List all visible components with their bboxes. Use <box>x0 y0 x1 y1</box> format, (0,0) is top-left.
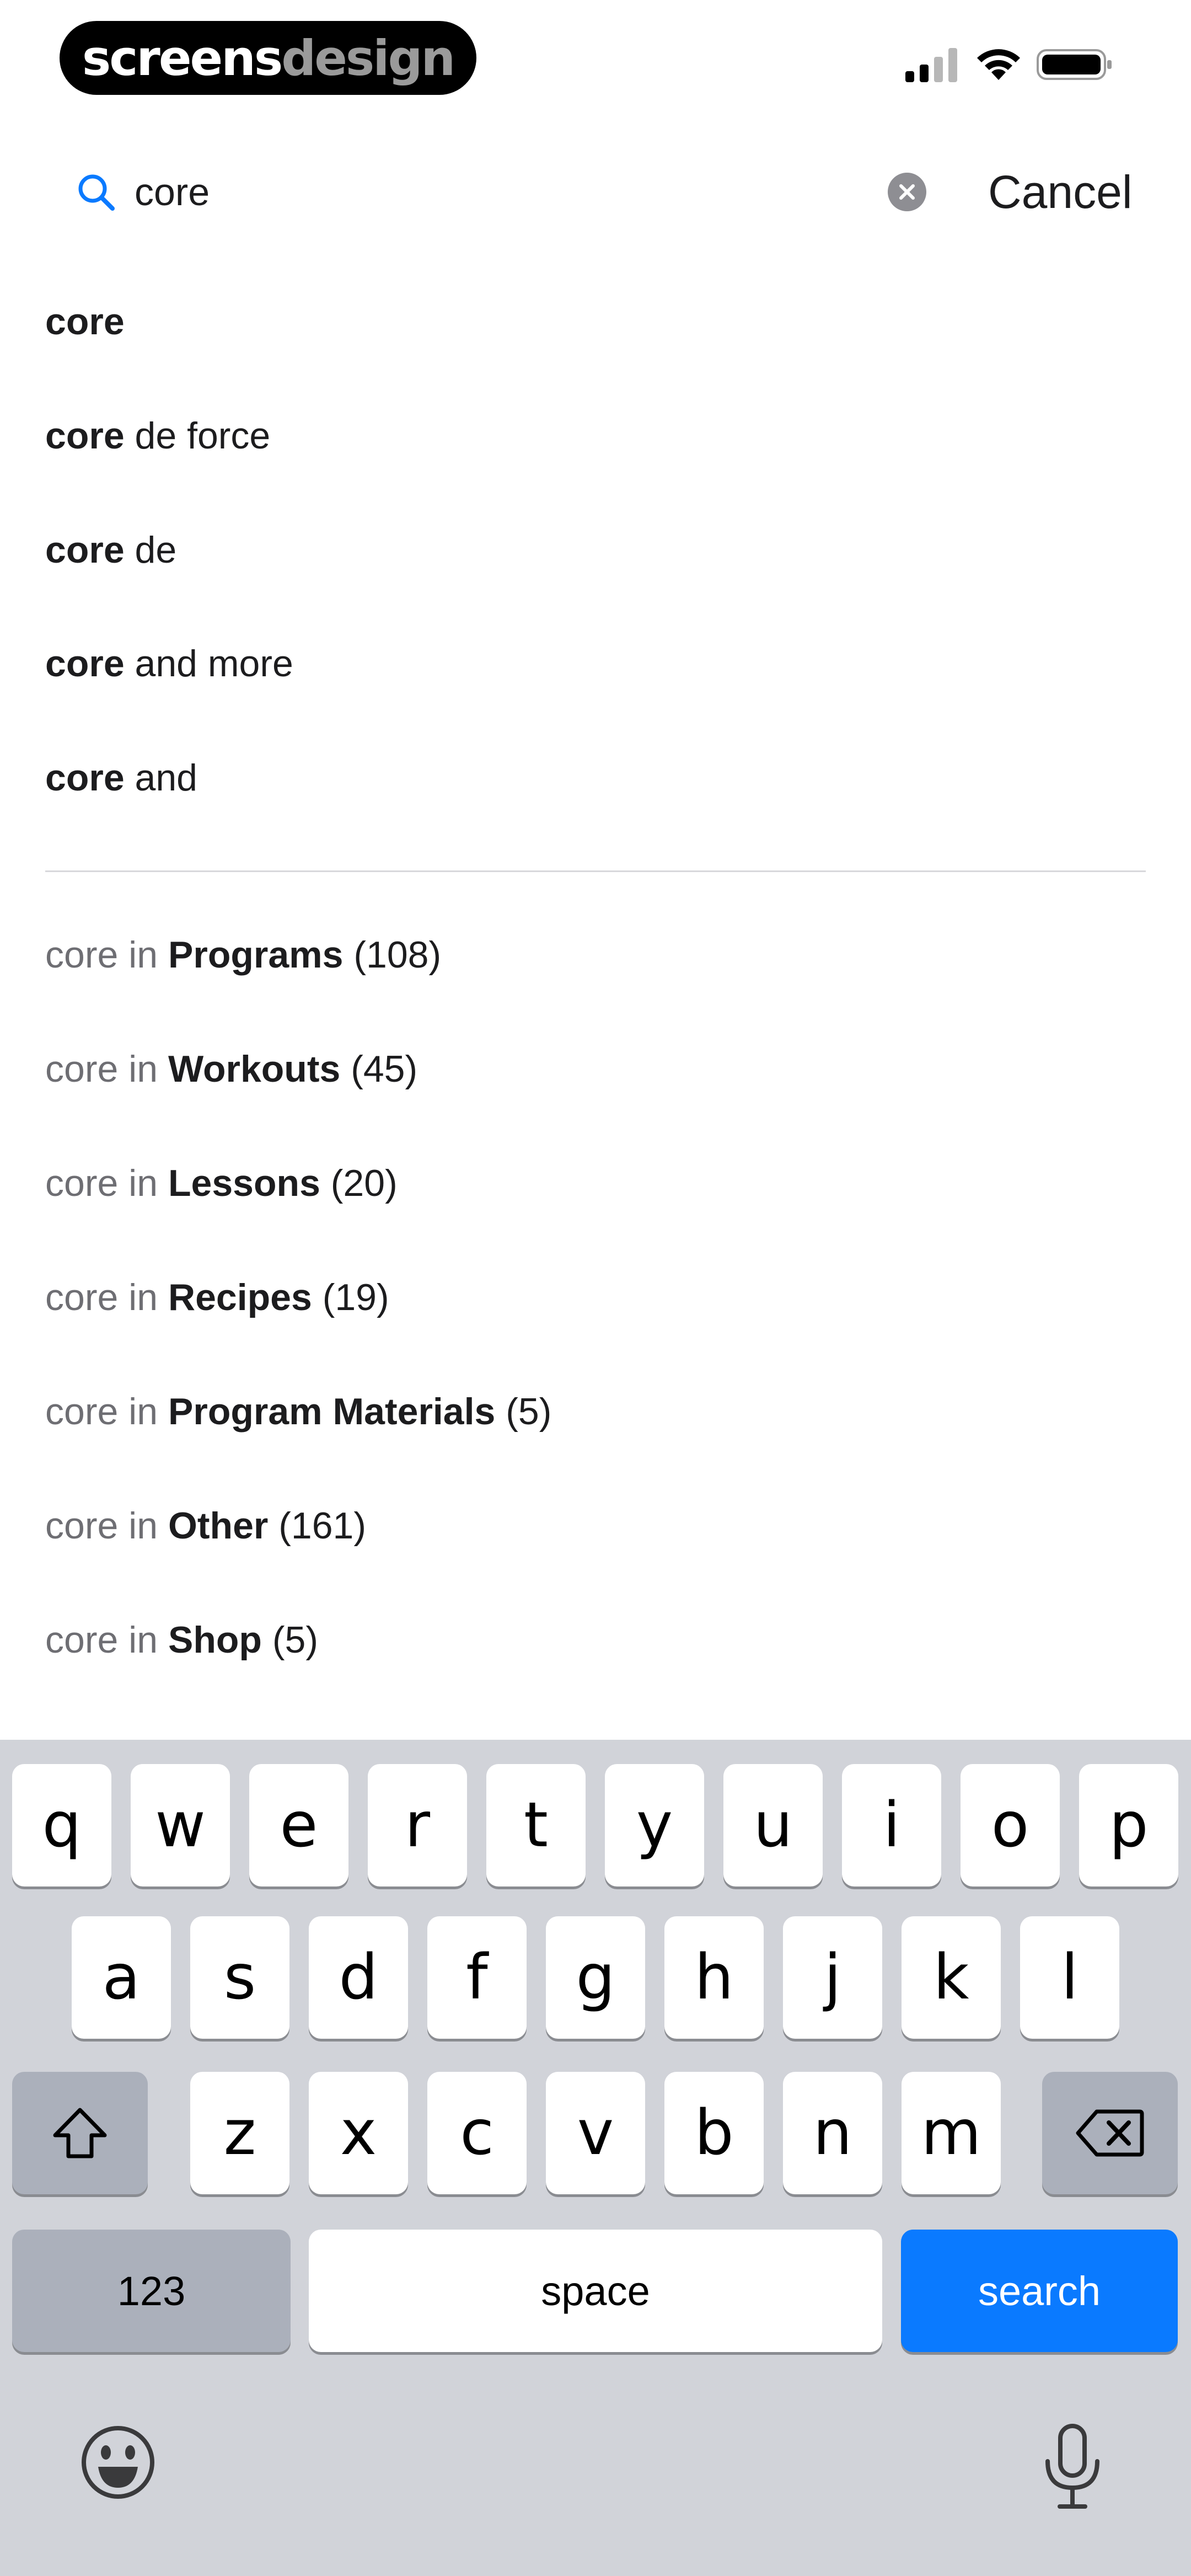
key-n[interactable]: n <box>783 2072 882 2194</box>
scope-count: (20) <box>320 1162 398 1204</box>
suggestion-match: core <box>45 529 125 571</box>
scope-count: (5) <box>495 1391 552 1433</box>
screensdesign-logo: screens design <box>60 21 476 95</box>
scope-name: Other <box>168 1505 269 1547</box>
key-v[interactable]: v <box>546 2072 645 2194</box>
scope-prefix: core in <box>45 1048 168 1090</box>
logo-text-design: design <box>281 29 455 87</box>
suggestion-match: core <box>45 415 125 457</box>
key-y[interactable]: y <box>605 1764 704 1886</box>
keyboard: q w e r t y u i o p a s d f g h j k l z … <box>0 1740 1191 2576</box>
key-m[interactable]: m <box>902 2072 1001 2194</box>
space-key[interactable]: space <box>309 2230 882 2352</box>
close-icon <box>899 184 915 200</box>
scope-item-shop[interactable]: core in Shop (5) <box>45 1615 318 1665</box>
key-t[interactable]: t <box>486 1764 586 1886</box>
key-o[interactable]: o <box>961 1764 1060 1886</box>
clear-search-button[interactable] <box>888 173 926 211</box>
numbers-key[interactable]: 123 <box>12 2230 291 2352</box>
suggestion-rest: and more <box>124 643 293 685</box>
logo-text-screens: screens <box>82 29 283 87</box>
scope-prefix: core in <box>45 1162 168 1204</box>
suggestion-item[interactable]: core de force <box>45 411 270 461</box>
key-r[interactable]: r <box>368 1764 467 1886</box>
key-w[interactable]: w <box>131 1764 230 1886</box>
scope-prefix: core in <box>45 1505 168 1547</box>
suggestion-item[interactable]: core and <box>45 753 197 803</box>
suggestion-match: core <box>45 643 125 685</box>
suggestion-match: core <box>45 757 125 799</box>
cancel-button[interactable]: Cancel <box>988 164 1132 220</box>
scope-item-programs[interactable]: core in Programs (108) <box>45 930 441 980</box>
key-h[interactable]: h <box>664 1916 764 2039</box>
key-z[interactable]: z <box>190 2072 289 2194</box>
scope-name: Lessons <box>168 1162 320 1204</box>
battery-icon <box>1037 49 1112 80</box>
key-e[interactable]: e <box>249 1764 348 1886</box>
scope-name: Program Materials <box>168 1391 496 1433</box>
scope-prefix: core in <box>45 1391 168 1433</box>
scope-name: Programs <box>168 934 344 976</box>
search-icon <box>78 174 115 211</box>
scope-count: (5) <box>261 1619 318 1661</box>
suggestion-rest: and <box>124 757 197 799</box>
scope-count: (161) <box>268 1505 366 1547</box>
key-g[interactable]: g <box>546 1916 645 2039</box>
scope-item-program-materials[interactable]: core in Program Materials (5) <box>45 1387 551 1436</box>
suggestion-item[interactable]: core de <box>45 525 176 575</box>
delete-key[interactable] <box>1042 2072 1178 2194</box>
status-icons <box>905 45 1114 84</box>
key-a[interactable]: a <box>72 1916 171 2039</box>
search-key[interactable]: search <box>901 2230 1178 2352</box>
scope-count: (108) <box>343 934 442 976</box>
search-input[interactable]: core <box>135 165 210 218</box>
scope-count: (45) <box>340 1048 418 1090</box>
suggestion-match: core <box>45 301 125 343</box>
emoji-icon[interactable] <box>79 2424 157 2501</box>
scope-prefix: core in <box>45 1619 168 1661</box>
suggestion-item[interactable]: core and more <box>45 639 293 688</box>
key-f[interactable]: f <box>427 1916 527 2039</box>
suggestion-item[interactable]: core <box>45 297 125 346</box>
key-k[interactable]: k <box>902 1916 1001 2039</box>
key-x[interactable]: x <box>309 2072 408 2194</box>
key-j[interactable]: j <box>783 1916 882 2039</box>
key-c[interactable]: c <box>427 2072 527 2194</box>
cellular-signal-icon <box>905 48 957 82</box>
scope-prefix: core in <box>45 1276 168 1318</box>
key-q[interactable]: q <box>12 1764 111 1886</box>
scope-count: (19) <box>312 1276 389 1318</box>
scope-prefix: core in <box>45 934 168 976</box>
shift-key[interactable] <box>12 2072 148 2194</box>
wifi-icon <box>977 49 1020 80</box>
key-b[interactable]: b <box>664 2072 764 2194</box>
shift-icon <box>53 2108 107 2158</box>
key-l[interactable]: l <box>1020 1916 1119 2039</box>
suggestion-rest: de <box>124 529 177 571</box>
key-d[interactable]: d <box>309 1916 408 2039</box>
key-i[interactable]: i <box>842 1764 941 1886</box>
divider <box>45 870 1146 872</box>
scope-name: Recipes <box>168 1276 312 1318</box>
microphone-icon[interactable] <box>1042 2423 1103 2511</box>
key-s[interactable]: s <box>190 1916 289 2039</box>
scope-item-workouts[interactable]: core in Workouts (45) <box>45 1044 417 1094</box>
backspace-icon <box>1076 2109 1144 2157</box>
scope-name: Workouts <box>168 1048 341 1090</box>
scope-name: Shop <box>168 1619 262 1661</box>
key-p[interactable]: p <box>1079 1764 1178 1886</box>
scope-item-other[interactable]: core in Other (161) <box>45 1501 366 1551</box>
scope-item-lessons[interactable]: core in Lessons (20) <box>45 1158 398 1208</box>
key-u[interactable]: u <box>723 1764 823 1886</box>
suggestion-rest: de force <box>124 415 271 457</box>
scope-item-recipes[interactable]: core in Recipes (19) <box>45 1273 389 1322</box>
